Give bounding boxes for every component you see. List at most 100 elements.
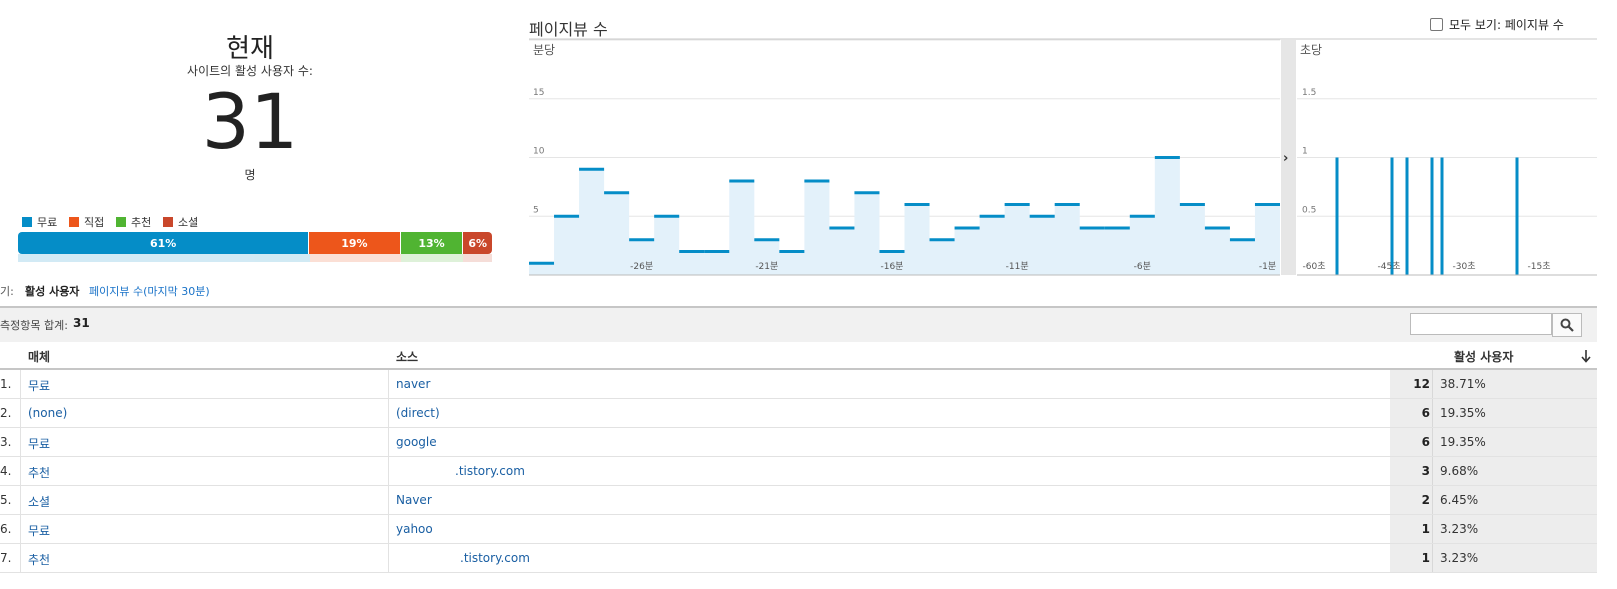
pageviews-step [829, 226, 855, 230]
row-source-link[interactable]: .tistory.com [460, 551, 530, 565]
pageviews-step [1204, 226, 1230, 230]
per-second-title: 초당 [1300, 43, 1322, 57]
per-minute-chart: 분당 5 10 15 -26분 -21분 -16분 -11분 -6분 -1분 [529, 39, 1280, 276]
table-row: 6. 무료 yahoo 1 3.23% [0, 515, 1597, 544]
pageviews-step [979, 214, 1005, 218]
pageviews-step [729, 179, 755, 183]
y-tick-label: 15 [533, 88, 544, 98]
column-divider [20, 370, 21, 398]
row-active-percent: 9.68% [1440, 464, 1479, 478]
row-medium-link[interactable]: 무료 [28, 522, 50, 539]
search-button[interactable] [1552, 313, 1582, 337]
column-divider [20, 428, 21, 456]
pageviews-step [529, 261, 555, 265]
column-divider [388, 544, 389, 572]
row-source-link[interactable]: .tistory.com [455, 464, 525, 478]
column-divider [388, 370, 389, 398]
row-source-link[interactable]: Naver [396, 493, 432, 507]
pageviews-second-bar [1390, 157, 1394, 275]
sort-down-arrow-icon[interactable] [1580, 349, 1592, 363]
pageviews-step [1104, 226, 1130, 230]
pageviews-step [579, 167, 605, 171]
y-tick-label: 5 [533, 205, 539, 215]
row-medium-link[interactable]: (none) [28, 406, 67, 420]
pageviews-step [929, 238, 955, 242]
header-medium[interactable]: 매체 [28, 348, 50, 365]
x-tick-label: -45초 [1378, 261, 1401, 272]
metric-total-bar [0, 306, 1597, 344]
row-source-link[interactable]: (direct) [396, 406, 440, 420]
chevron-right-icon[interactable]: › [1283, 151, 1288, 166]
x-tick-label: -1분 [1259, 261, 1276, 272]
table-search-input[interactable] [1410, 313, 1552, 335]
x-tick-label: -15초 [1528, 261, 1551, 272]
row-number: 2. [0, 406, 12, 420]
table-row: 7. 추천 .tistory.com 1 3.23% [0, 544, 1597, 573]
column-divider [20, 515, 21, 543]
pageviews-step [679, 250, 705, 253]
pageviews-step [629, 238, 655, 242]
column-divider [1432, 370, 1433, 398]
column-divider [20, 399, 21, 427]
row-active-count: 1 [1421, 522, 1430, 536]
header-active-users[interactable]: 활성 사용자 [1454, 348, 1513, 365]
row-number: 4. [0, 464, 12, 478]
y-tick-label: 0.5 [1302, 205, 1316, 215]
pageviews-step [1179, 203, 1205, 206]
column-divider [388, 486, 389, 514]
row-number: 7. [0, 551, 12, 565]
header-source[interactable]: 소스 [396, 348, 418, 365]
pageviews-step [654, 214, 680, 218]
row-active-percent: 6.45% [1440, 493, 1479, 507]
row-source-link[interactable]: naver [396, 377, 430, 391]
pageviews-step [1004, 203, 1030, 206]
column-divider [388, 457, 389, 485]
row-number: 5. [0, 493, 12, 507]
column-divider [1432, 428, 1433, 456]
column-divider [20, 486, 21, 514]
pageviews-step [704, 250, 730, 253]
x-tick-label: -26분 [630, 261, 653, 272]
per-second-chart: 초당 0.5 1 1.5 -60초 -45초 -30초 -15초 [1297, 43, 1597, 276]
pageviews-step [604, 191, 630, 195]
row-active-percent: 38.71% [1440, 377, 1486, 391]
row-source-link[interactable]: yahoo [396, 522, 433, 536]
pageviews-step [1079, 226, 1105, 230]
pageviews-step [779, 250, 805, 253]
x-tick-label: -6분 [1134, 261, 1151, 272]
x-tick-label: -21분 [755, 261, 778, 272]
column-divider [1432, 457, 1433, 485]
pageviews-step [754, 238, 780, 242]
x-tick-label: -16분 [880, 261, 903, 272]
per-minute-title: 분당 [533, 43, 555, 57]
row-active-count: 2 [1421, 493, 1430, 507]
pageviews-step [1154, 156, 1180, 159]
search-icon [1560, 318, 1574, 332]
row-active-percent: 3.23% [1440, 551, 1479, 565]
row-medium-link[interactable]: 추천 [28, 551, 50, 568]
pageviews-second-bar [1515, 157, 1519, 275]
y-tick-label: 10 [533, 147, 545, 157]
table-row: 4. 추천 .tistory.com 3 9.68% [0, 457, 1597, 486]
pageviews-step [1254, 203, 1280, 206]
pageviews-step [1029, 214, 1055, 218]
y-tick-label: 1 [1302, 147, 1308, 157]
x-tick-label: -60초 [1303, 261, 1326, 272]
row-number: 6. [0, 522, 12, 536]
row-active-count: 3 [1421, 464, 1430, 478]
column-divider [1432, 399, 1433, 427]
row-medium-link[interactable]: 무료 [28, 377, 50, 394]
metric-total-value: 31 [73, 316, 90, 330]
row-medium-link[interactable]: 무료 [28, 435, 50, 452]
row-medium-link[interactable]: 소셜 [28, 493, 50, 510]
pageviews-step [1054, 203, 1080, 206]
row-source-link[interactable]: google [396, 435, 437, 449]
column-divider [388, 515, 389, 543]
pageviews-second-bar [1440, 157, 1444, 275]
pageviews-step [804, 179, 830, 183]
row-medium-link[interactable]: 추천 [28, 464, 50, 481]
row-active-percent: 19.35% [1440, 406, 1486, 420]
row-number: 3. [0, 435, 12, 449]
pageviews-step [879, 250, 905, 253]
y-tick-label: 1.5 [1302, 88, 1316, 98]
